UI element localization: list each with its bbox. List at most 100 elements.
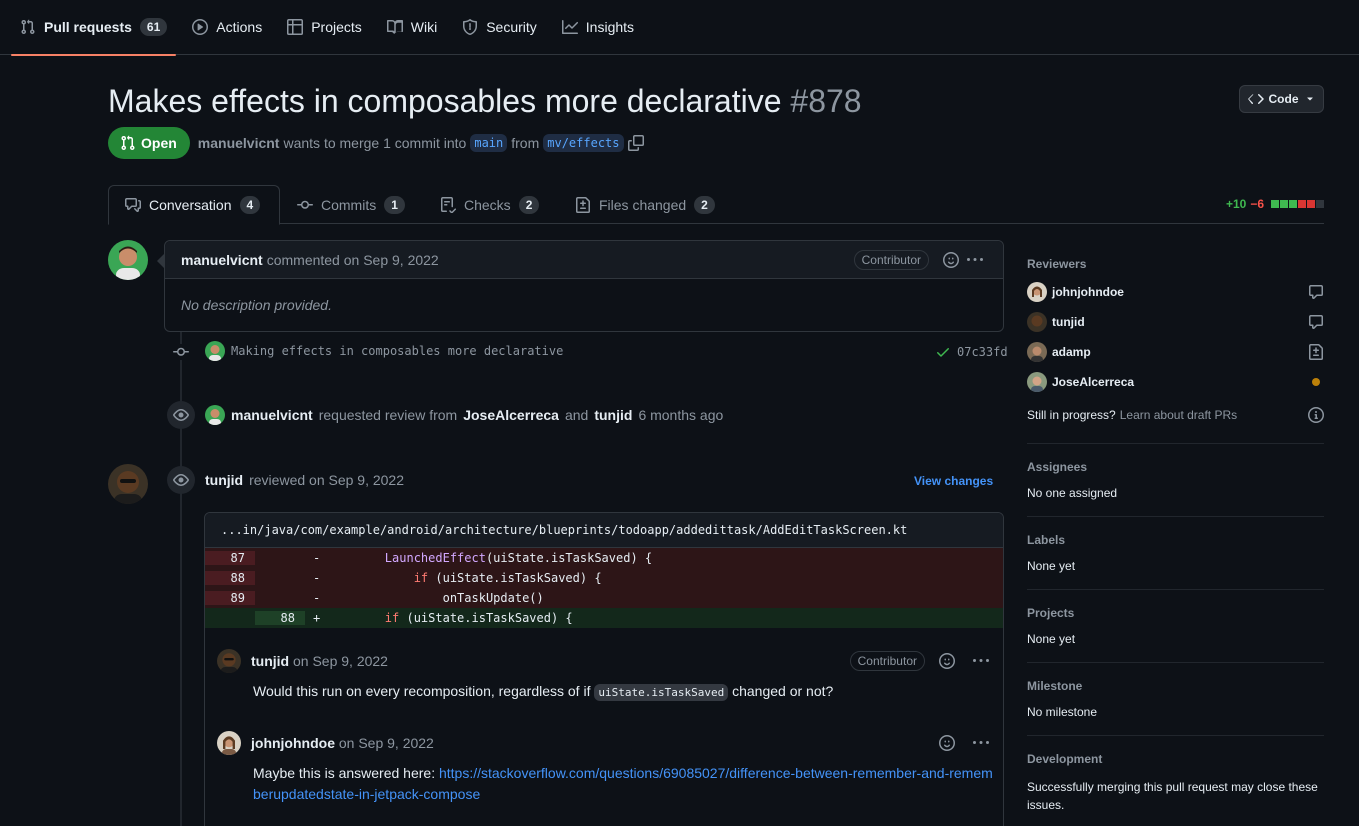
avatar (1027, 282, 1047, 302)
reviewer-row[interactable]: johnjohndoe (1027, 277, 1324, 307)
git-commit-icon (173, 344, 189, 360)
file-diff-icon (1308, 344, 1324, 360)
view-changes-link[interactable]: View changes (914, 474, 993, 488)
reply-text: changed or not? (732, 683, 834, 699)
pr-merge-meta: manuelvicnt wants to merge 1 commit into… (198, 134, 644, 152)
triangle-down-icon (1304, 93, 1316, 105)
avatar[interactable] (217, 649, 241, 673)
kebab-horizontal-icon[interactable] (969, 649, 993, 673)
reply-body: Would this run on every recomposition, r… (253, 681, 993, 703)
sidebar-heading[interactable]: Projects (1027, 606, 1324, 620)
nav-pull-requests[interactable]: Pull requests 61 (11, 0, 177, 56)
play-icon (192, 19, 209, 35)
nav-security[interactable]: Security (453, 0, 546, 55)
nav-actions[interactable]: Actions (183, 0, 271, 55)
diffstat[interactable]: +10 −6 (1226, 197, 1324, 211)
base-branch[interactable]: main (470, 134, 508, 152)
draft-question: Still in progress? (1027, 408, 1116, 422)
requester-link[interactable]: manuelvicnt (231, 407, 313, 423)
sidebar-heading[interactable]: Assignees (1027, 460, 1324, 474)
request-time: 6 months ago (638, 407, 724, 423)
diff-line: 87 - LaunchedEffect(uiState.isTaskSaved) … (205, 548, 1003, 568)
nav-label: Security (486, 19, 537, 35)
projects-section: Projects None yet (1027, 590, 1324, 663)
head-branch[interactable]: mv/effects (543, 134, 624, 152)
review-item: tunjid reviewed on Sep 9, 2022 (205, 472, 404, 488)
reply-comment: tunjid on Sep 9, 2022 Contributor Would … (217, 649, 993, 703)
reviewer-row[interactable]: tunjid (1027, 307, 1324, 337)
tab-checks[interactable]: Checks 2 (424, 185, 555, 224)
reply-body: Maybe this is answered here: https://sta… (253, 763, 993, 805)
and-text: and (564, 407, 589, 423)
smiley-icon[interactable] (935, 731, 959, 755)
reply-author[interactable]: tunjid (251, 653, 289, 669)
diff-line: 88 + if (uiState.isTaskSaved) { (205, 608, 1003, 628)
reply-comment: johnjohndoe on Sep 9, 2022 Maybe this is… (217, 731, 993, 805)
old-line-number[interactable]: 89 (205, 591, 255, 605)
sidebar-heading[interactable]: Milestone (1027, 679, 1324, 693)
pr-author-link[interactable]: manuelvicnt (198, 135, 280, 151)
review-thread: ...in/java/com/example/android/architect… (204, 512, 1004, 826)
info-icon[interactable] (1308, 407, 1324, 423)
sidebar-heading[interactable]: Reviewers (1027, 257, 1324, 271)
code-button[interactable]: Code (1239, 85, 1324, 113)
reviewer-link[interactable]: tunjid (205, 472, 243, 488)
file-diff-icon (575, 196, 591, 213)
diffstat-block (1307, 200, 1315, 208)
reviewer-name: tunjid (1052, 315, 1085, 329)
comment-header: manuelvicnt commented on Sep 9, 2022 Con… (165, 241, 1003, 279)
avatar[interactable] (108, 464, 148, 504)
pr-title-text: Makes effects in composables more declar… (108, 83, 782, 119)
labels-section: Labels None yet (1027, 517, 1324, 590)
diff-code: if (uiState.isTaskSaved) { (384, 611, 573, 625)
diffstat-block (1271, 200, 1279, 208)
tab-commits[interactable]: Commits 1 (281, 185, 421, 224)
diff-line: 89 - onTaskUpdate() (205, 588, 1003, 608)
comment-author[interactable]: manuelvicnt (181, 252, 263, 268)
reply-text: Maybe this is answered here: (253, 765, 436, 781)
sidebar-heading[interactable]: Development (1027, 752, 1324, 766)
file-path[interactable]: ...in/java/com/example/android/architect… (205, 513, 1003, 548)
from-text: from (511, 135, 540, 151)
avatar (1027, 312, 1047, 332)
avatar[interactable] (108, 240, 148, 280)
new-line-number[interactable]: 88 (255, 611, 305, 625)
nav-insights[interactable]: Insights (553, 0, 643, 55)
diff-sign: - (313, 571, 321, 585)
eye-icon (167, 401, 195, 429)
copy-icon[interactable] (627, 135, 644, 151)
reviewer-row[interactable]: JoseAlcerreca (1027, 367, 1324, 397)
tab-conversation[interactable]: Conversation 4 (108, 185, 280, 225)
sidebar-heading[interactable]: Labels (1027, 533, 1324, 547)
avatar[interactable] (217, 731, 241, 755)
sidebar: Reviewers johnjohndoe tunjid adamp JoseA… (1027, 240, 1324, 826)
reviewer-link[interactable]: tunjid (594, 407, 632, 423)
diffstat-block (1280, 200, 1288, 208)
avatar (1027, 372, 1047, 392)
smiley-icon[interactable] (935, 649, 959, 673)
pr-count-badge: 61 (139, 18, 168, 36)
tab-label: Commits (321, 196, 377, 213)
pr-tabs: Conversation 4 Commits 1 Checks 2 Files … (108, 185, 1324, 225)
reply-author[interactable]: johnjohndoe (251, 735, 335, 751)
reviewer-row[interactable]: adamp (1027, 337, 1324, 367)
checklist-icon (440, 196, 456, 213)
diffstat-block (1289, 200, 1297, 208)
review-action: reviewed on Sep 9, 2022 (249, 472, 404, 488)
pr-number: #878 (790, 83, 862, 119)
old-line-number[interactable]: 88 (205, 571, 255, 585)
tab-files-changed[interactable]: Files changed 2 (559, 185, 731, 224)
commit-message-link[interactable]: Making effects in composables more decla… (231, 344, 563, 358)
nav-projects[interactable]: Projects (278, 0, 371, 55)
smiley-icon[interactable] (939, 248, 963, 272)
reviewer-name: JoseAlcerreca (1052, 375, 1135, 389)
avatar[interactable] (205, 341, 225, 361)
nav-wiki[interactable]: Wiki (378, 0, 446, 55)
commit-sha[interactable]: 07c33fd (935, 344, 1008, 360)
reviewer-link[interactable]: JoseAlcerreca (463, 407, 559, 423)
old-line-number[interactable]: 87 (205, 551, 255, 565)
draft-prs-link[interactable]: Learn about draft PRs (1120, 408, 1237, 422)
kebab-horizontal-icon[interactable] (963, 248, 987, 272)
kebab-horizontal-icon[interactable] (969, 731, 993, 755)
avatar[interactable] (205, 405, 225, 425)
